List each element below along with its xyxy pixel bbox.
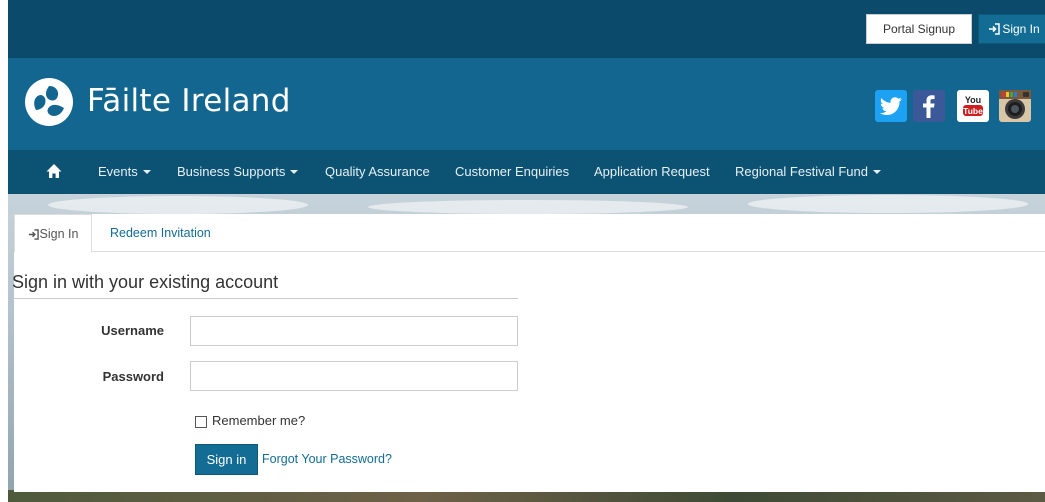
main-nav: Events Business Supports Quality Assuran…: [8, 150, 1045, 194]
tab-sign-in-label: Sign In: [39, 227, 79, 241]
nav-item-events[interactable]: Events: [98, 150, 151, 194]
facebook-icon[interactable]: [913, 90, 945, 122]
home-icon[interactable]: [46, 163, 62, 179]
nav-item-business-supports[interactable]: Business Supports: [177, 150, 299, 194]
nav-item-regional-festival-fund[interactable]: Regional Festival Fund: [735, 150, 881, 194]
top-utility-bar: Portal Signup Sign In: [8, 0, 1045, 58]
password-input[interactable]: [190, 361, 518, 391]
failte-ireland-logo-icon[interactable]: [24, 77, 74, 127]
instagram-icon[interactable]: [999, 90, 1031, 122]
twitter-icon[interactable]: [875, 90, 907, 122]
brand-header: Fāilte Ireland You Tube: [8, 58, 1045, 150]
header-sign-in-label: Sign In: [1002, 22, 1040, 36]
username-input[interactable]: [190, 316, 518, 346]
svg-text:Tube: Tube: [963, 106, 983, 116]
sign-in-icon: [989, 23, 1001, 35]
chevron-down-icon: [290, 170, 299, 174]
nav-item-customer-enquiries[interactable]: Customer Enquiries: [455, 150, 569, 194]
account-tabs: Sign In Redeem Invitation: [14, 214, 1045, 253]
remember-me-checkbox[interactable]: [195, 416, 207, 428]
username-label: Username: [101, 323, 164, 338]
chevron-down-icon: [142, 170, 151, 174]
sign-in-panel: Sign In Redeem Invitation Sign in with y…: [12, 214, 1045, 492]
password-label: Password: [102, 369, 164, 384]
portal-signup-button[interactable]: Portal Signup: [866, 14, 972, 44]
cloud: [748, 195, 1028, 213]
remember-me-label[interactable]: Remember me?: [212, 413, 305, 428]
cloud: [48, 196, 308, 214]
tab-sign-in[interactable]: Sign In: [14, 214, 92, 253]
header-sign-in-button[interactable]: Sign In: [978, 14, 1045, 44]
tab-redeem-invitation[interactable]: Redeem Invitation: [110, 214, 211, 252]
svg-text:You: You: [965, 95, 981, 105]
chevron-down-icon: [872, 170, 881, 174]
forgot-password-link[interactable]: Forgot Your Password?: [262, 452, 392, 466]
sign-in-submit-button[interactable]: Sign in: [195, 444, 258, 475]
form-heading: Sign in with your existing account: [12, 272, 518, 299]
cloud: [368, 200, 688, 214]
site-logo-text[interactable]: Fāilte Ireland: [87, 78, 291, 124]
nav-item-quality-assurance[interactable]: Quality Assurance: [325, 150, 430, 194]
youtube-icon[interactable]: You Tube: [957, 90, 989, 122]
sign-in-icon: [28, 229, 39, 240]
nav-item-application-request[interactable]: Application Request: [594, 150, 710, 194]
